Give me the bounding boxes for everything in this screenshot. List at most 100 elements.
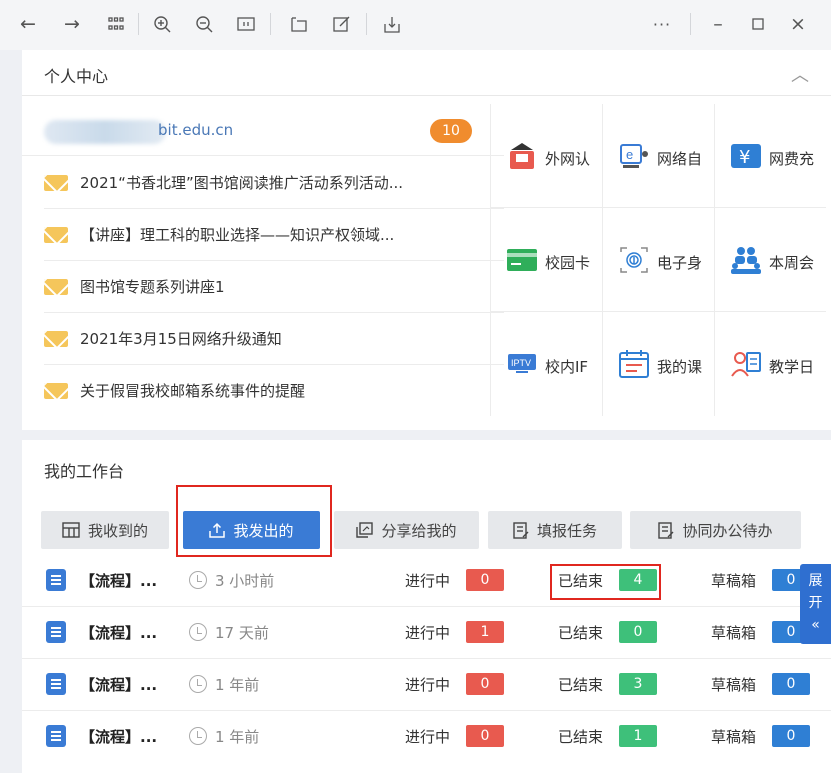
calendar-schedule-icon [619,350,649,378]
zoom-in-icon[interactable] [148,10,176,38]
finished-label: 已结束 [558,624,604,642]
workbench-title: 我的工作台 [44,462,125,481]
in-progress-label: 进行中 [405,624,451,642]
flow-title: 【流程】... [80,728,158,746]
tab-collab-todo[interactable]: 协同办公待办 [630,511,801,549]
panel-header: 个人中心 ︿ [22,50,831,96]
draft-label: 草稿箱 [711,728,757,746]
app-electronic-id[interactable]: 电子身 [602,208,714,312]
fit-page-icon[interactable] [232,10,260,38]
in-progress-count[interactable]: 1 [466,621,504,643]
table-row[interactable]: 【流程】... 1 年前 进行中 0 已结束 1 草稿箱 0 [0,711,831,763]
tab-shared-with-me[interactable]: 分享给我的 [334,511,479,549]
draft-count[interactable]: 0 [772,725,810,747]
clock-icon [189,675,207,693]
document-icon [46,673,66,695]
time-ago: 3 小时前 [215,572,275,590]
in-progress-count[interactable]: 0 [466,569,504,591]
app-label: 外网认 [545,150,591,168]
zoom-out-icon[interactable] [190,10,218,38]
maximize-icon[interactable] [744,10,772,38]
mail-subject: 关于假冒我校邮箱系统事件的提醒 [80,382,306,400]
table-row[interactable]: 【流程】... 17 天前 进行中 1 已结束 0 草稿箱 0 [0,607,831,659]
finished-label: 已结束 [558,572,604,590]
edit-icon[interactable] [328,10,356,38]
mail-item[interactable]: 关于假冒我校邮箱系统事件的提醒 [44,365,504,417]
app-fee-recharge[interactable]: ¥ 网费充 [714,104,826,208]
highlight-box-sent-tab [176,485,332,557]
expand-label: 展 [808,573,823,589]
account-domain: bit.edu.cn [158,121,234,139]
unread-count-badge: 10 [430,119,472,143]
form-icon [513,521,529,539]
finished-count[interactable]: 1 [619,725,657,747]
app-teaching-calendar[interactable]: 教学日 [714,312,826,416]
in-progress-count[interactable]: 0 [466,673,504,695]
document-icon [46,725,66,747]
time-ago: 1 年前 [215,676,260,694]
table-row[interactable]: 【流程】... 3 小时前 进行中 0 已结束 4 草稿箱 0 [0,555,831,607]
table-icon [62,522,80,538]
envelope-icon [44,175,68,191]
table-row[interactable]: 【流程】... 1 年前 进行中 0 已结束 3 草稿箱 0 [0,659,831,711]
tab-received[interactable]: 我收到的 [41,511,169,549]
app-label: 校内IF [545,358,589,376]
app-network-self[interactable]: e 网络自 [602,104,714,208]
minimize-icon[interactable]: – [704,10,732,38]
personal-center-panel: 个人中心 ︿ bit.edu.cn 10 2021“书香北理”图书馆阅读推广活动… [22,50,831,430]
clock-icon [189,727,207,745]
tab-label: 分享给我的 [381,521,457,540]
tab-label: 协同办公待办 [682,521,773,540]
mail-item[interactable]: 【讲座】理工科的职业选择——知识产权领域... [44,209,504,261]
app-label: 电子身 [657,254,703,272]
flow-title: 【流程】... [80,572,158,590]
clock-icon [189,571,207,589]
more-icon[interactable]: ··· [648,10,676,38]
draft-label: 草稿箱 [711,676,757,694]
fingerprint-id-icon [620,247,648,273]
in-progress-label: 进行中 [405,676,451,694]
tab-fill-report[interactable]: 填报任务 [488,511,622,549]
app-campus-card[interactable]: 校园卡 [490,208,602,312]
meeting-people-icon [731,247,761,274]
finished-count[interactable]: 4 [619,569,657,591]
app-my-courses[interactable]: 我的课 [602,312,714,416]
mail-item[interactable]: 图书馆专题系列讲座1 [44,261,504,313]
app-label: 我的课 [657,358,703,376]
share-icon [356,522,374,538]
forward-icon[interactable]: → [58,10,86,38]
tab-label: 我收到的 [87,521,148,540]
vpn-auth-icon [510,143,534,169]
app-vpn-auth[interactable]: 外网认 [490,104,602,208]
document-icon [46,621,66,643]
mail-item[interactable]: 2021“书香北理”图书馆阅读推广活动系列活动... [44,157,504,209]
panel-header: 我的工作台 [22,440,831,492]
expand-label: 开 [808,595,823,611]
in-progress-count[interactable]: 0 [466,725,504,747]
mail-subject: 【讲座】理工科的职业选择——知识产权领域... [80,226,395,244]
grid-icon[interactable] [102,10,130,38]
time-ago: 17 天前 [215,624,269,642]
app-label: 网费充 [769,150,815,168]
expand-sidebar-button[interactable]: 展 开 « [800,564,831,644]
yuan-recharge-icon: ¥ [731,144,761,168]
finished-label: 已结束 [558,676,604,694]
app-weekly-meeting[interactable]: 本周会 [714,208,826,312]
draft-count[interactable]: 0 [772,673,810,695]
tab-label: 填报任务 [536,521,597,540]
finished-count[interactable]: 3 [619,673,657,695]
campus-card-icon [507,249,537,271]
close-icon[interactable]: × [784,10,812,38]
draft-label: 草稿箱 [711,624,757,642]
mail-account-row[interactable]: bit.edu.cn 10 [22,104,504,156]
finished-label: 已结束 [558,728,604,746]
chevron-up-icon[interactable]: ︿ [791,61,809,87]
rotate-icon[interactable] [284,10,312,38]
finished-count[interactable]: 0 [619,621,657,643]
download-icon[interactable] [378,10,406,38]
back-icon[interactable]: ← [14,10,42,38]
in-progress-label: 进行中 [405,572,451,590]
app-iptv[interactable]: IPTV 校内IF [490,312,602,416]
mail-item[interactable]: 2021年3月15日网络升级通知 [44,313,504,365]
clock-icon [189,623,207,641]
